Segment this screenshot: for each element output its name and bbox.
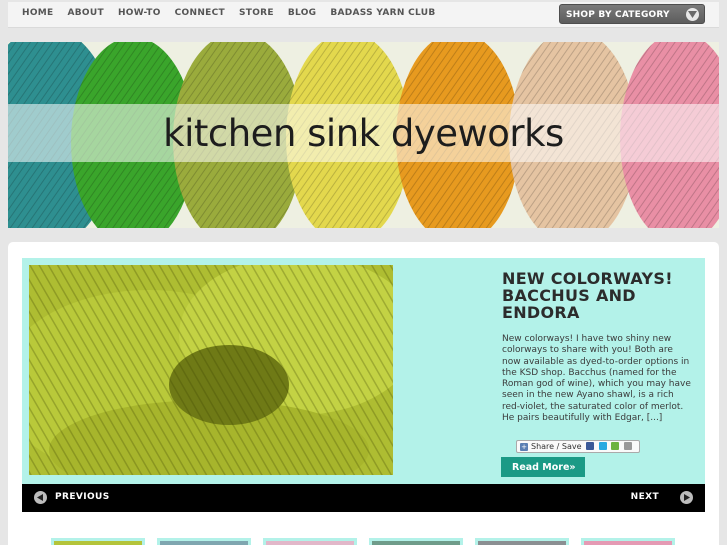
next-link[interactable]: NEXT bbox=[631, 492, 659, 502]
slide-excerpt: New colorways! I have two shiny new colo… bbox=[502, 334, 691, 424]
header-banner: kitchen sink dyeworks bbox=[8, 42, 719, 228]
main-nav: HOME ABOUT HOW-TO CONNECT STORE BLOG BAD… bbox=[22, 8, 450, 18]
slider-pager: PREVIOUS NEXT bbox=[22, 484, 705, 512]
nav-about[interactable]: ABOUT bbox=[68, 8, 104, 18]
nav-home[interactable]: HOME bbox=[22, 8, 54, 18]
shop-select-label: SHOP BY CATEGORY bbox=[566, 10, 670, 20]
shop-by-category-select[interactable]: SHOP BY CATEGORY bbox=[559, 4, 705, 24]
slide-thumbnail[interactable] bbox=[263, 538, 357, 545]
more-share-icon bbox=[623, 442, 632, 450]
nav-blog[interactable]: BLOG bbox=[288, 8, 317, 18]
slide-title[interactable]: NEW COLORWAYS! BACCHUS AND ENDORA bbox=[502, 270, 692, 321]
slide-thumbnail[interactable] bbox=[369, 538, 463, 545]
next-arrow-icon[interactable] bbox=[680, 491, 693, 504]
share-save-button[interactable]: + Share / Save bbox=[516, 440, 640, 453]
twitter-icon bbox=[598, 442, 607, 450]
slide-image[interactable] bbox=[29, 265, 393, 475]
previous-link[interactable]: PREVIOUS bbox=[55, 492, 110, 502]
slide-thumbnail[interactable] bbox=[475, 538, 569, 545]
share-save-label: Share / Save bbox=[531, 442, 582, 451]
featured-slider: NEW COLORWAYS! BACCHUS AND ENDORA New co… bbox=[22, 258, 705, 512]
nav-how-to[interactable]: HOW-TO bbox=[118, 8, 161, 18]
nav-store[interactable]: STORE bbox=[239, 8, 274, 18]
share-plus-icon: + bbox=[520, 443, 528, 451]
slide-thumbnail[interactable] bbox=[157, 538, 251, 545]
email-icon bbox=[611, 442, 620, 450]
previous-arrow-icon[interactable] bbox=[34, 491, 47, 504]
slide-thumbnail[interactable] bbox=[581, 538, 675, 545]
top-nav-bar: HOME ABOUT HOW-TO CONNECT STORE BLOG BAD… bbox=[8, 2, 719, 28]
slide-thumbnail[interactable] bbox=[51, 538, 145, 545]
content-panel: NEW COLORWAYS! BACCHUS AND ENDORA New co… bbox=[8, 242, 719, 545]
site-logo-title[interactable]: kitchen sink dyeworks bbox=[8, 112, 719, 155]
nav-badass-yarn-club[interactable]: BADASS YARN CLUB bbox=[330, 8, 435, 18]
facebook-icon bbox=[586, 442, 595, 450]
chevron-down-icon bbox=[686, 8, 699, 21]
nav-connect[interactable]: CONNECT bbox=[175, 8, 225, 18]
read-more-button[interactable]: Read More» bbox=[501, 457, 585, 477]
green-yarn-photo bbox=[29, 265, 393, 475]
